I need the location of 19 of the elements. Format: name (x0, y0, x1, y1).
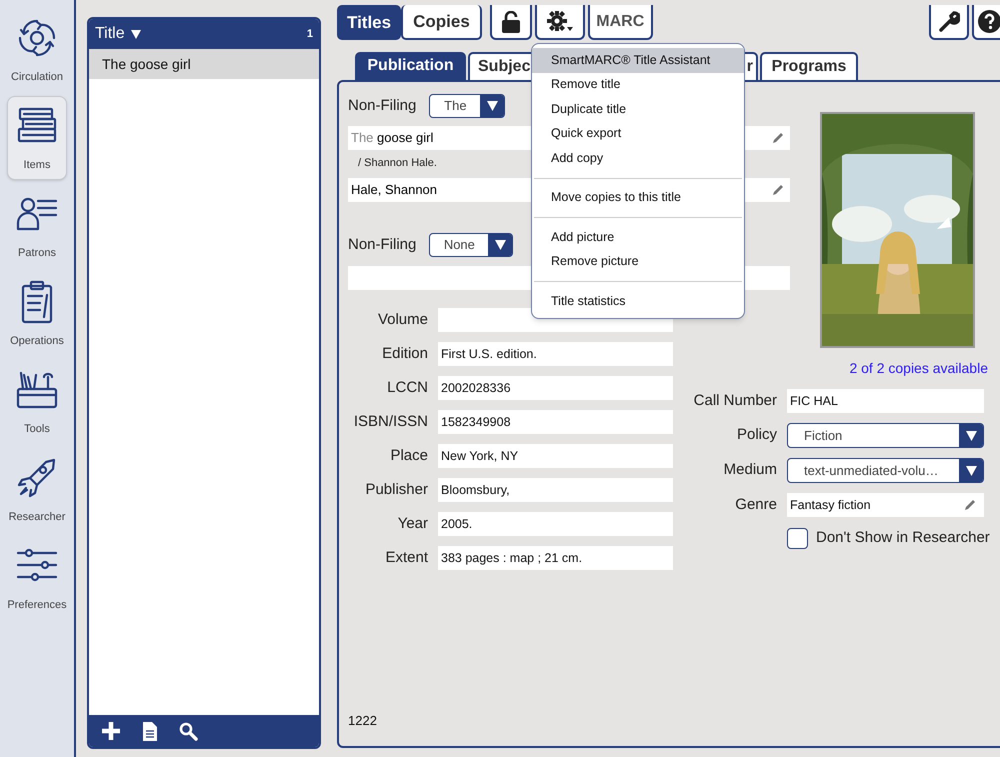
field-label: Edition (381, 344, 428, 364)
availability-text: 2 of 2 copies available (848, 359, 988, 378)
field-label: Non-Filing (348, 96, 416, 116)
field-label: Non-Filing (348, 234, 416, 255)
record-number: 1222 (348, 712, 377, 730)
statement-text: / Shannon Hale. (358, 156, 437, 171)
field-label: Year (396, 514, 428, 534)
field-label: Medium (722, 460, 777, 480)
checkbox-label: Don't Show in Researcher (816, 528, 990, 548)
field-label: Place (389, 446, 428, 466)
field-label: LCCN (386, 378, 428, 398)
field-label: Policy (736, 425, 777, 446)
field-label: Call Number (692, 390, 777, 411)
field-label: Extent (384, 548, 428, 568)
field-label: ISBN/ISSN (352, 412, 428, 432)
count-label: 1 (306, 26, 313, 42)
field-label: Publisher (364, 480, 428, 500)
field-label: Genre (734, 494, 777, 515)
field-label: Volume (376, 310, 428, 330)
